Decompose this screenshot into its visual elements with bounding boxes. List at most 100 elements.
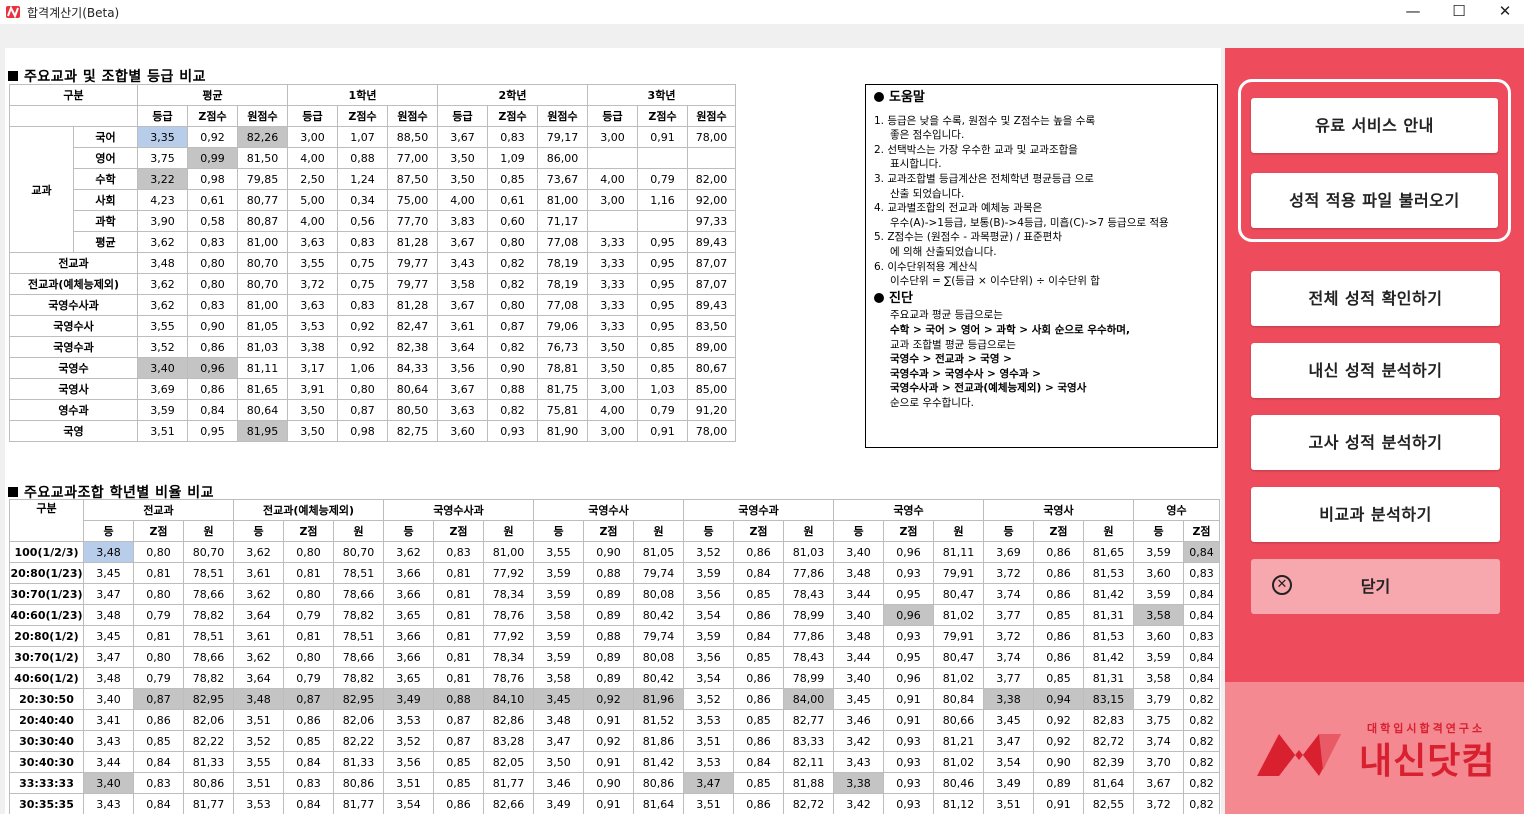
table-cell[interactable]: 78,19: [537, 252, 588, 274]
table-cell[interactable]: 0,84: [733, 751, 784, 773]
table-cell[interactable]: 0,80: [283, 583, 334, 605]
table-cell[interactable]: 3,58: [1133, 604, 1184, 626]
table-cell[interactable]: 0,84: [1183, 667, 1220, 689]
table-cell[interactable]: 78,43: [783, 646, 834, 668]
table-cell[interactable]: 0,58: [187, 210, 238, 232]
table-cell[interactable]: 75,81: [537, 399, 588, 421]
table-cell[interactable]: 0,93: [883, 562, 934, 584]
table-cell[interactable]: 81,88: [783, 772, 834, 794]
table-cell[interactable]: 71,17: [537, 210, 588, 232]
table-cell[interactable]: 0,84: [133, 751, 184, 773]
table-cell[interactable]: 81,50: [237, 147, 288, 169]
table-cell[interactable]: 3,56: [437, 357, 488, 379]
table-cell[interactable]: 0,81: [433, 667, 484, 689]
table-cell[interactable]: 0,80: [187, 252, 238, 274]
table-cell[interactable]: 80,86: [633, 772, 684, 794]
table-cell[interactable]: 3,60: [437, 420, 488, 442]
table-cell[interactable]: 82,83: [1083, 709, 1134, 731]
table-cell[interactable]: 81,33: [333, 751, 384, 773]
table-cell[interactable]: 3,00: [587, 126, 638, 148]
table-cell[interactable]: 0,86: [187, 336, 238, 358]
table-cell[interactable]: 79,77: [387, 252, 438, 274]
table-cell[interactable]: 0,83: [1183, 562, 1220, 584]
table-cell[interactable]: 81,31: [1083, 604, 1134, 626]
table-cell[interactable]: 3,65: [383, 604, 434, 626]
table-cell[interactable]: 3,48: [83, 604, 134, 626]
table-cell[interactable]: 0,83: [433, 541, 484, 563]
table-cell[interactable]: 3,77: [983, 667, 1034, 689]
table-cell[interactable]: 3,53: [383, 709, 434, 731]
table-cell[interactable]: 3,50: [437, 147, 488, 169]
table-cell[interactable]: 0,87: [433, 709, 484, 731]
table-cell[interactable]: 0,81: [433, 646, 484, 668]
table-cell[interactable]: 3,54: [683, 604, 734, 626]
table-cell[interactable]: 4,00: [287, 210, 338, 232]
table-cell[interactable]: 3,45: [83, 625, 134, 647]
table-cell[interactable]: 3,59: [533, 625, 584, 647]
table-cell[interactable]: 0,86: [733, 541, 784, 563]
table-cell[interactable]: 81,02: [933, 667, 984, 689]
table-cell[interactable]: 0,85: [637, 336, 688, 358]
table-cell[interactable]: 0,83: [283, 772, 334, 794]
table-cell[interactable]: 3,66: [383, 583, 434, 605]
table-cell[interactable]: 3,46: [833, 709, 884, 731]
table-cell[interactable]: 81,33: [183, 751, 234, 773]
table-cell[interactable]: 5,00: [287, 189, 338, 211]
table-cell[interactable]: 82,06: [183, 709, 234, 731]
table-cell[interactable]: 91,20: [687, 399, 736, 421]
table-cell[interactable]: 3,65: [383, 667, 434, 689]
table-cell[interactable]: 0,84: [1183, 583, 1220, 605]
table-cell[interactable]: 81,02: [933, 604, 984, 626]
table-cell[interactable]: 0,86: [1033, 541, 1084, 563]
table-cell[interactable]: 0,86: [733, 667, 784, 689]
table-cell[interactable]: 3,56: [383, 751, 434, 773]
table-cell[interactable]: 82,95: [333, 688, 384, 710]
table-cell[interactable]: 1,07: [337, 126, 388, 148]
table-cell[interactable]: 81,77: [183, 793, 234, 814]
table-cell[interactable]: 0,75: [337, 273, 388, 295]
table-cell[interactable]: 78,99: [783, 667, 834, 689]
table-cell[interactable]: 92,00: [687, 189, 736, 211]
table-cell[interactable]: 0,82: [487, 252, 538, 274]
table-cell[interactable]: 83,50: [687, 315, 736, 337]
table-cell[interactable]: 81,42: [1083, 583, 1134, 605]
table-cell[interactable]: 77,92: [483, 562, 534, 584]
table-cell[interactable]: 0,85: [637, 357, 688, 379]
table-cell[interactable]: 0,81: [283, 625, 334, 647]
table-cell[interactable]: 3,49: [383, 688, 434, 710]
table-cell[interactable]: 0,83: [133, 772, 184, 794]
table-cell[interactable]: 0,82: [487, 336, 538, 358]
table-cell[interactable]: 0,61: [187, 189, 238, 211]
table-cell[interactable]: 3,69: [137, 378, 188, 400]
table-cell[interactable]: 81,42: [1083, 646, 1134, 668]
table-cell[interactable]: 3,75: [1133, 709, 1184, 731]
table-cell[interactable]: 3,70: [1133, 751, 1184, 773]
table-cell[interactable]: 3,00: [587, 189, 638, 211]
table-cell[interactable]: [587, 210, 638, 232]
table-cell[interactable]: 3,66: [383, 625, 434, 647]
table-cell[interactable]: 81,53: [1083, 625, 1134, 647]
table-cell[interactable]: 3,62: [137, 273, 188, 295]
table-cell[interactable]: 3,53: [683, 709, 734, 731]
table-cell[interactable]: 78,51: [333, 562, 384, 584]
table-cell[interactable]: 3,55: [233, 751, 284, 773]
table-cell[interactable]: 81,00: [237, 294, 288, 316]
table-cell[interactable]: 4,00: [437, 189, 488, 211]
table-cell[interactable]: 0,86: [733, 604, 784, 626]
table-cell[interactable]: 0,87: [487, 315, 538, 337]
table-cell[interactable]: 3,50: [287, 420, 338, 442]
table-cell[interactable]: 81,00: [483, 541, 534, 563]
table-cell[interactable]: 0,90: [583, 541, 634, 563]
table-cell[interactable]: 78,00: [687, 420, 736, 442]
table-cell[interactable]: 78,34: [483, 583, 534, 605]
table-cell[interactable]: 3,66: [383, 646, 434, 668]
table-cell[interactable]: 0,83: [187, 294, 238, 316]
table-cell[interactable]: 82,00: [687, 168, 736, 190]
table-cell[interactable]: 3,44: [833, 646, 884, 668]
table-cell[interactable]: 3,72: [983, 625, 1034, 647]
table-cell[interactable]: 3,00: [287, 126, 338, 148]
table-cell[interactable]: 79,85: [237, 168, 288, 190]
table-cell[interactable]: 3,63: [437, 399, 488, 421]
table-cell[interactable]: 3,51: [983, 793, 1034, 814]
table-cell[interactable]: 82,06: [333, 709, 384, 731]
